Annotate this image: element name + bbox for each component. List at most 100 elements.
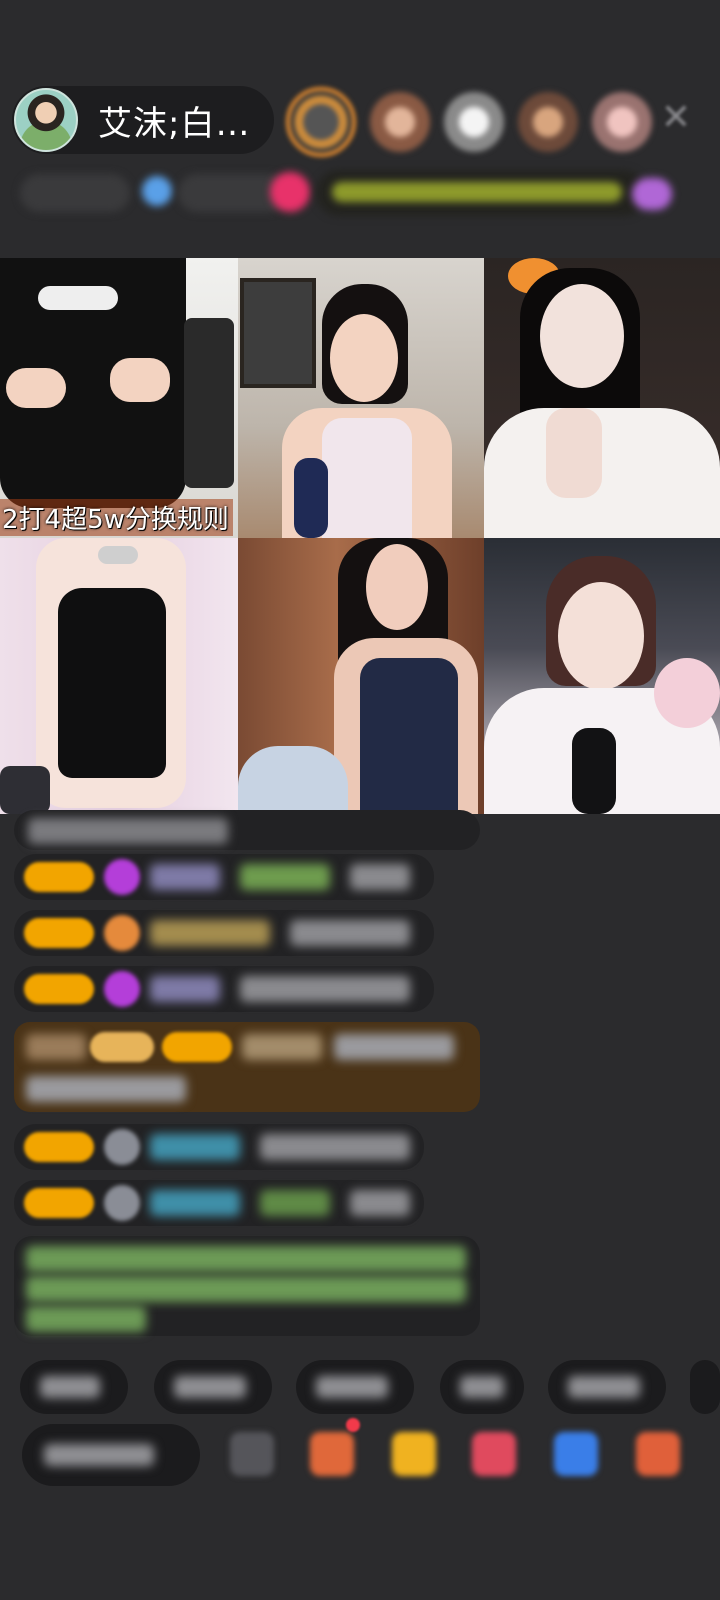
quick-reply-chip[interactable] [20, 1360, 128, 1414]
video-figure [6, 368, 66, 408]
necklace [98, 546, 138, 564]
video-tile-2[interactable] [238, 258, 484, 538]
chat-username [150, 976, 220, 1002]
fan-badge-icon [104, 971, 140, 1007]
room-stat-icon [142, 176, 172, 206]
notice-text [26, 1276, 466, 1302]
chat-text [28, 818, 228, 844]
notification-dot [346, 1418, 360, 1432]
video-tile-3[interactable] [484, 258, 720, 538]
chat-message[interactable] [14, 1124, 424, 1170]
host-profile-pill[interactable]: 艾沫;白… [12, 86, 274, 154]
chat-message[interactable] [14, 1180, 424, 1226]
viewer-avatar[interactable] [518, 92, 578, 152]
viewer-avatar[interactable] [592, 92, 652, 152]
quick-reply-chip[interactable] [440, 1360, 524, 1414]
video-figure [546, 408, 602, 498]
user-level-badge [24, 862, 94, 892]
fan-badge-icon [104, 1129, 140, 1165]
host-name: 艾沫;白… [98, 103, 251, 144]
picture-frame [240, 278, 316, 388]
close-icon[interactable]: ✕ [658, 100, 694, 136]
user-level-badge [24, 1132, 94, 1162]
user-level-badge [24, 1188, 94, 1218]
video-tile-6[interactable] [484, 538, 720, 814]
video-figure [110, 358, 170, 402]
chat-text [334, 1034, 454, 1060]
chat-username [150, 920, 270, 946]
viewer-avatar[interactable] [286, 87, 356, 157]
chat-text [260, 1190, 330, 1216]
wishlist-icon[interactable] [392, 1432, 436, 1476]
system-notice [14, 1236, 480, 1336]
video-tile-1[interactable]: 2打4超5w分换规则 [0, 258, 238, 538]
viewer-avatar[interactable] [444, 92, 504, 152]
video-tile-5[interactable] [238, 538, 484, 814]
video-figure [558, 582, 644, 690]
cardigan-shape [484, 408, 720, 538]
microphone [0, 766, 50, 814]
video-tile-4[interactable] [0, 538, 238, 814]
marquee-text [332, 182, 622, 202]
user-level-badge [162, 1032, 232, 1062]
chat-message[interactable] [14, 854, 434, 900]
bottom-toolbar [0, 1424, 720, 1488]
chat-text [350, 1190, 410, 1216]
video-figure [540, 284, 624, 388]
gift-box-icon[interactable] [310, 1432, 354, 1476]
more-icon[interactable] [632, 178, 672, 210]
quick-reply-chip[interactable] [690, 1360, 720, 1414]
shirt-logo [38, 286, 118, 310]
room-info-chip[interactable] [20, 174, 130, 212]
chat-text [240, 976, 410, 1002]
video-figure [366, 544, 428, 630]
fur-seat [238, 746, 348, 814]
chat-message-highlight[interactable] [14, 1022, 480, 1112]
romper-shape [58, 588, 166, 778]
noble-badge [90, 1032, 154, 1062]
microphone [294, 458, 328, 538]
chat-text [350, 864, 410, 890]
host-avatar[interactable] [14, 88, 78, 152]
tile-caption: 2打4超5w分换规则 [0, 499, 233, 536]
chat-text [260, 1134, 410, 1160]
fan-badge-icon [104, 915, 140, 951]
fan-badge-icon [104, 859, 140, 895]
gift-icon[interactable] [270, 172, 310, 212]
chat-username [150, 864, 220, 890]
chair-shape [184, 318, 234, 488]
multi-guest-video-grid: 2打4超5w分换规则 [0, 258, 720, 814]
emoji-icon[interactable] [230, 1432, 274, 1476]
dress-shape [322, 418, 412, 538]
chat-message[interactable] [14, 910, 434, 956]
notice-text [26, 1246, 466, 1272]
dress-shape [360, 658, 458, 814]
more-icon[interactable] [636, 1432, 680, 1476]
comment-input[interactable] [22, 1424, 200, 1486]
chat-username [150, 1190, 240, 1216]
quick-reply-chip[interactable] [296, 1360, 414, 1414]
share-icon[interactable] [554, 1432, 598, 1476]
quick-reply-chip[interactable] [548, 1360, 666, 1414]
pink-decor [654, 658, 720, 728]
microphone [572, 728, 616, 814]
video-figure [330, 314, 398, 402]
notice-text [26, 1306, 146, 1332]
user-level-badge [24, 918, 94, 948]
quick-reply-chip[interactable] [154, 1360, 272, 1414]
viewer-avatar[interactable] [370, 92, 430, 152]
gift-icon[interactable] [472, 1432, 516, 1476]
user-level-badge [24, 974, 94, 1004]
chat-message[interactable] [14, 810, 480, 850]
chat-text [240, 864, 330, 890]
quick-reply-row [20, 1360, 720, 1416]
top-viewers-list [286, 84, 666, 160]
chat-username [242, 1034, 322, 1060]
chat-text [26, 1076, 186, 1102]
fan-badge-icon [104, 1185, 140, 1221]
chat-message[interactable] [14, 966, 434, 1012]
room-info-row [20, 170, 690, 216]
chat-username [150, 1134, 240, 1160]
chat-username [26, 1034, 86, 1060]
chat-text [290, 920, 410, 946]
